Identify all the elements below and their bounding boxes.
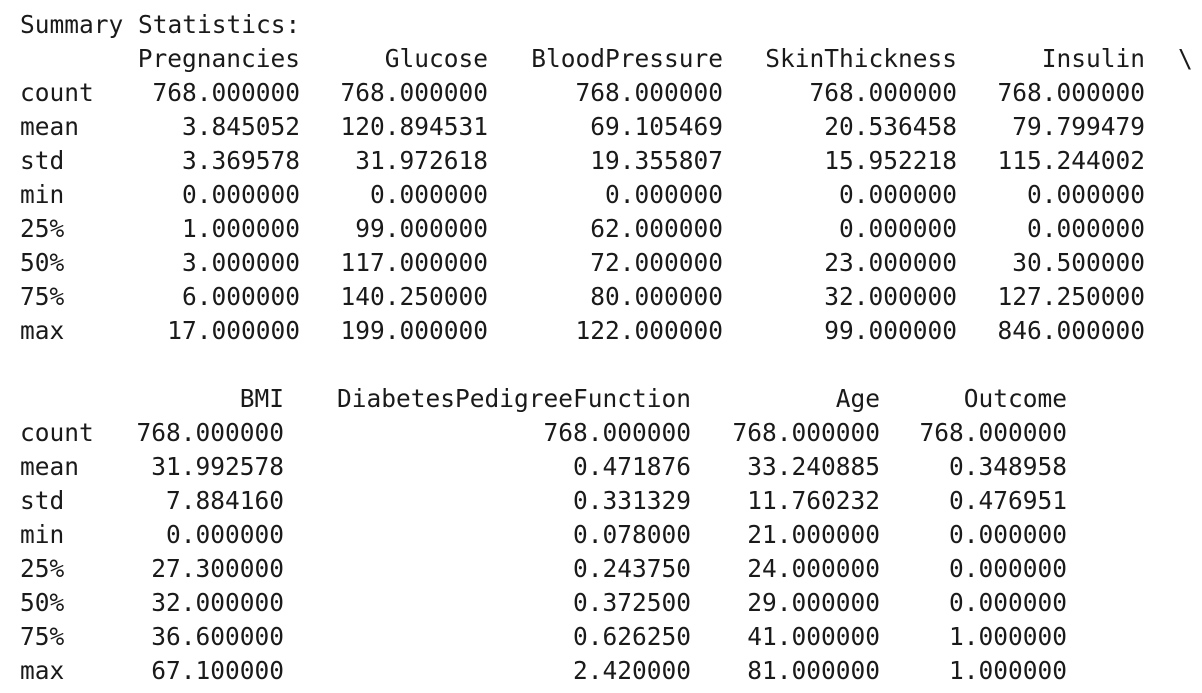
table-cell: 0.000000	[948, 588, 1067, 617]
table-row: std 3.369578 31.972618 19.355807 15.952218 11…	[20, 144, 1200, 178]
table-row: 75% 6.000000 140.250000 80.000000 32.000000 1…	[20, 280, 1200, 314]
table-cell: 0.000000	[948, 554, 1067, 583]
line-continuation-marker: \	[1178, 44, 1193, 73]
column-header: Outcome	[963, 384, 1067, 413]
table-row: 25% 27.300000 0.243750 24.000000 0.000000	[20, 552, 1200, 586]
output-title: Summary Statistics:	[20, 8, 300, 42]
table-cell: 0.000000	[1026, 180, 1145, 209]
table-row: count 768.000000 768.000000 768.000000 768.0…	[20, 76, 1200, 110]
table-cell: 0.000000	[948, 520, 1067, 549]
table-row: min 0.000000 0.078000 21.000000 0.000000	[20, 518, 1200, 552]
table-row: mean 3.845052 120.894531 69.105469 20.536458…	[20, 110, 1200, 144]
title-text: Summary Statistics:	[20, 10, 301, 39]
table-row: min 0.000000 0.000000 0.000000 0.000000 0.000…	[20, 178, 1200, 212]
table-cell: 0.348958	[948, 452, 1067, 481]
table-cell: 768.000000	[997, 78, 1145, 107]
table-row: mean 31.992578 0.471876 33.240885 0.348958	[20, 450, 1200, 484]
table-row: 50% 32.000000 0.372500 29.000000 0.000000	[20, 586, 1200, 620]
console-output: Summary Statistics: Pregnancies Glucose Bl…	[0, 0, 1202, 693]
table-cell: 30.500000	[1012, 248, 1145, 277]
table-cell: 768.000000	[919, 418, 1067, 447]
table-cell: 0.476951	[948, 486, 1067, 515]
table-row: 50% 3.000000 117.000000 72.000000 23.000000 3…	[20, 246, 1200, 280]
table-row: count 768.000000 768.000000 768.000000 768.0…	[20, 416, 1200, 450]
table-row: max 67.100000 2.420000 81.000000 1.000000	[20, 654, 1200, 688]
table-header-row: BMI DiabetesPedigreeFunction Age Outcome	[20, 382, 1200, 416]
table-cell: 846.000000	[997, 316, 1145, 345]
table-cell: 79.799479	[1012, 112, 1145, 141]
table-row: std 7.884160 0.331329 11.760232 0.476951	[20, 484, 1200, 518]
table-header-row: Pregnancies Glucose BloodPressure SkinThick…	[20, 42, 1200, 76]
column-header: Insulin	[1041, 44, 1145, 73]
table-row: 25% 1.000000 99.000000 62.000000 0.000000 0.0…	[20, 212, 1200, 246]
table-cell: 1.000000	[948, 622, 1067, 651]
table-row: max 17.000000 199.000000 122.000000 99.00000…	[20, 314, 1200, 348]
table-cell: 1.000000	[948, 656, 1067, 685]
table-cell: 127.250000	[997, 282, 1145, 311]
table-cell: 115.244002	[997, 146, 1145, 175]
table-cell: 0.000000	[1026, 214, 1145, 243]
table-row: 75% 36.600000 0.626250 41.000000 1.000000	[20, 620, 1200, 654]
